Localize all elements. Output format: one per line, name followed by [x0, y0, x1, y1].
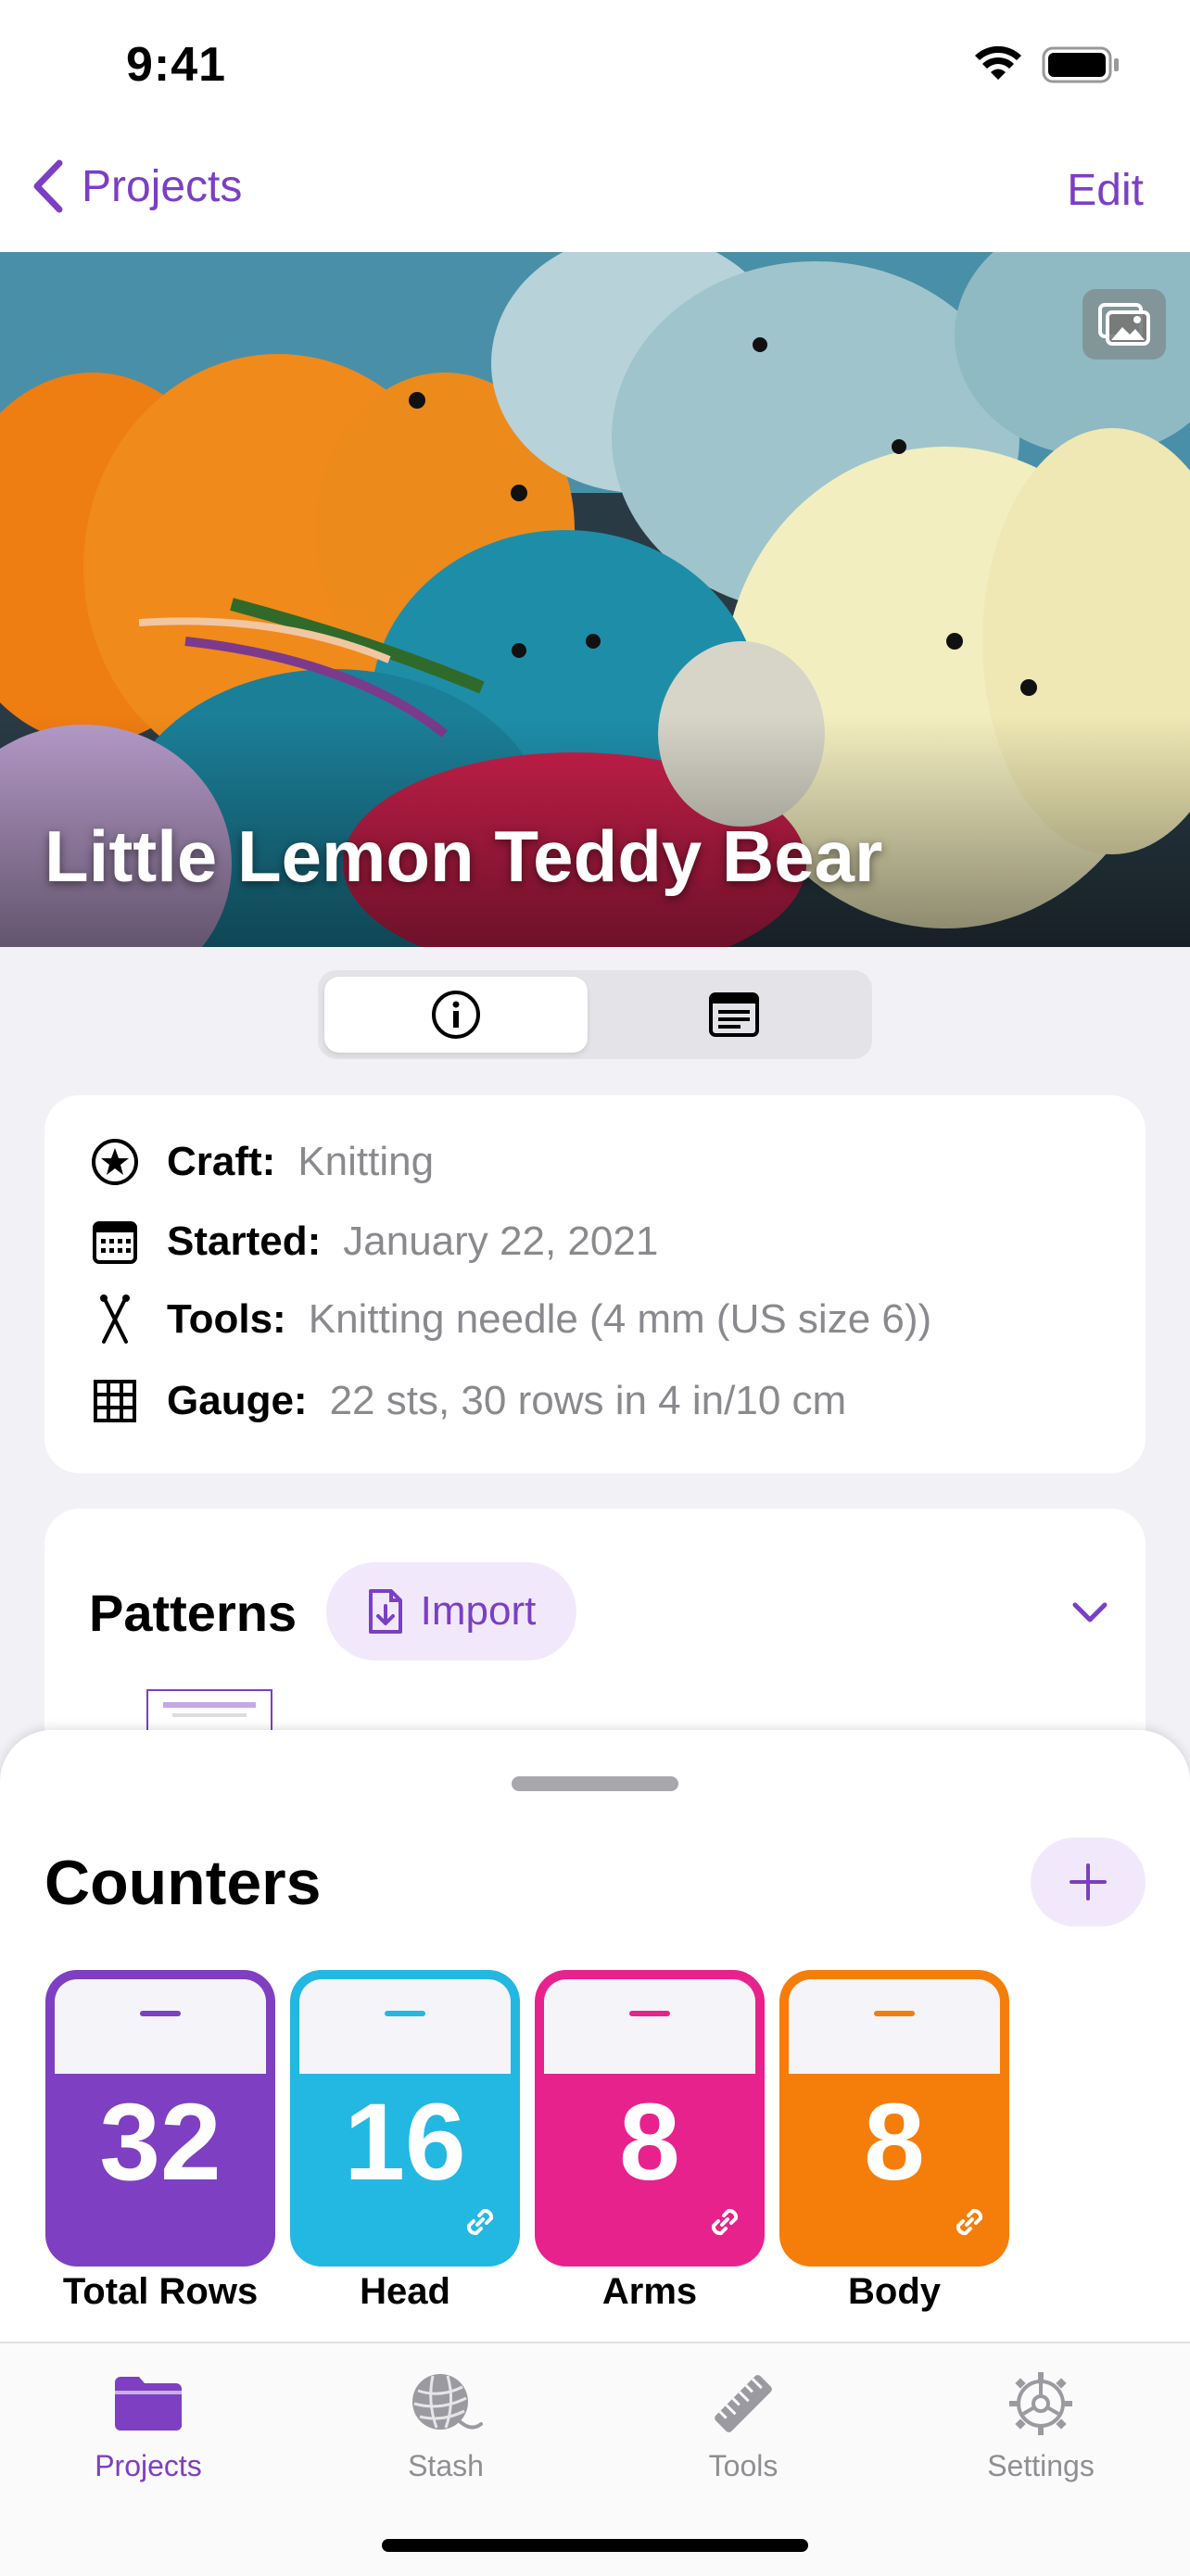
started-label: Started: — [167, 1219, 322, 1264]
expand-patterns-button[interactable] — [1071, 1601, 1108, 1630]
knitting-needles-icon — [91, 1294, 139, 1344]
decrement-icon[interactable] — [874, 2011, 915, 2016]
photos-icon — [1098, 303, 1150, 346]
add-counter-button[interactable] — [1031, 1837, 1146, 1926]
gauge-value: 22 sts, 30 rows in 4 in/10 cm — [329, 1378, 847, 1423]
tab-projects[interactable]: Projects — [56, 2366, 241, 2483]
wifi-icon — [973, 44, 1023, 86]
document-import-icon — [368, 1589, 402, 1634]
counters-title: Counters — [44, 1848, 322, 1918]
calendar-icon — [91, 1218, 139, 1266]
tab-label: Stash — [408, 2449, 484, 2482]
yarn-ball-icon — [353, 2366, 538, 2442]
counter-arms[interactable]: 8 — [535, 1970, 765, 2267]
sheet-grabber[interactable] — [512, 1776, 678, 1791]
counter-head[interactable]: 16 — [290, 1970, 520, 2267]
view-segmented-control — [318, 970, 872, 1059]
counter-body[interactable]: 8 — [779, 1970, 1009, 2267]
chevron-down-icon — [1072, 1602, 1108, 1623]
tab-tools[interactable]: Tools — [651, 2366, 836, 2483]
tab-label: Settings — [987, 2449, 1095, 2482]
import-pattern-button[interactable]: Import — [326, 1562, 576, 1661]
craft-label: Craft: — [167, 1139, 276, 1184]
gallery-button[interactable] — [1082, 289, 1166, 360]
gauge-label: Gauge: — [167, 1378, 308, 1423]
detail-row-craft: Craft: Knitting — [91, 1138, 434, 1186]
decrement-icon[interactable] — [629, 2011, 670, 2016]
segment-notes[interactable] — [602, 977, 866, 1053]
tab-stash[interactable]: Stash — [353, 2366, 538, 2483]
status-bar: 9:41 — [0, 0, 1190, 139]
detail-row-tools: Tools: Knitting needle (4 mm (US size 6)… — [91, 1294, 932, 1344]
decrement-icon[interactable] — [140, 2011, 181, 2016]
craft-value: Knitting — [298, 1139, 435, 1184]
back-label: Projects — [82, 161, 243, 211]
counter-value: 32 — [99, 2081, 222, 2203]
counter-total-rows[interactable]: 32 — [45, 1970, 275, 2267]
counter-label: Arms — [601, 2271, 698, 2312]
counter-value: 8 — [619, 2081, 680, 2203]
home-indicator[interactable] — [382, 2539, 808, 2552]
counter-value: 8 — [864, 2081, 925, 2203]
star-circle-icon — [91, 1138, 139, 1186]
tab-label: Projects — [95, 2449, 202, 2482]
project-details-card: Craft: Knitting Started: January 22, 202… — [44, 1095, 1146, 1473]
link-icon — [950, 2203, 989, 2246]
detail-row-gauge: Gauge: 22 sts, 30 rows in 4 in/10 cm — [91, 1377, 846, 1425]
patterns-title: Patterns — [89, 1584, 298, 1642]
tools-value: Knitting needle (4 mm (US size 6)) — [308, 1296, 932, 1342]
counter-label: Total Rows — [62, 2271, 259, 2312]
counter-label: Head — [360, 2271, 450, 2312]
ruler-icon — [651, 2366, 836, 2442]
segment-info[interactable] — [324, 977, 588, 1053]
status-time: 9:41 — [126, 38, 227, 92]
detail-row-started: Started: January 22, 2021 — [91, 1218, 658, 1266]
navigation-bar: Projects Edit — [0, 139, 1190, 252]
battery-icon — [1042, 46, 1121, 88]
gear-icon — [948, 2366, 1133, 2442]
chevron-left-icon — [33, 159, 63, 213]
counter-value: 16 — [344, 2081, 466, 2203]
notes-icon — [709, 992, 759, 1037]
link-icon — [461, 2203, 500, 2246]
edit-button[interactable]: Edit — [1067, 165, 1144, 216]
counter-label: Body — [848, 2271, 941, 2312]
link-icon — [705, 2203, 744, 2246]
grid-icon — [91, 1377, 139, 1425]
tab-settings[interactable]: Settings — [948, 2366, 1133, 2483]
tab-label: Tools — [708, 2449, 779, 2482]
import-label: Import — [420, 1588, 537, 1634]
tools-label: Tools: — [167, 1296, 286, 1342]
folder-icon — [56, 2366, 241, 2442]
decrement-icon[interactable] — [385, 2011, 425, 2016]
plus-icon — [1070, 1863, 1107, 1900]
info-circle-icon — [432, 991, 480, 1039]
project-hero-image: Little Lemon Teddy Bear — [0, 252, 1190, 947]
back-button[interactable]: Projects — [32, 159, 242, 213]
project-title: Little Lemon Teddy Bear — [44, 815, 883, 897]
started-value: January 22, 2021 — [343, 1219, 659, 1264]
